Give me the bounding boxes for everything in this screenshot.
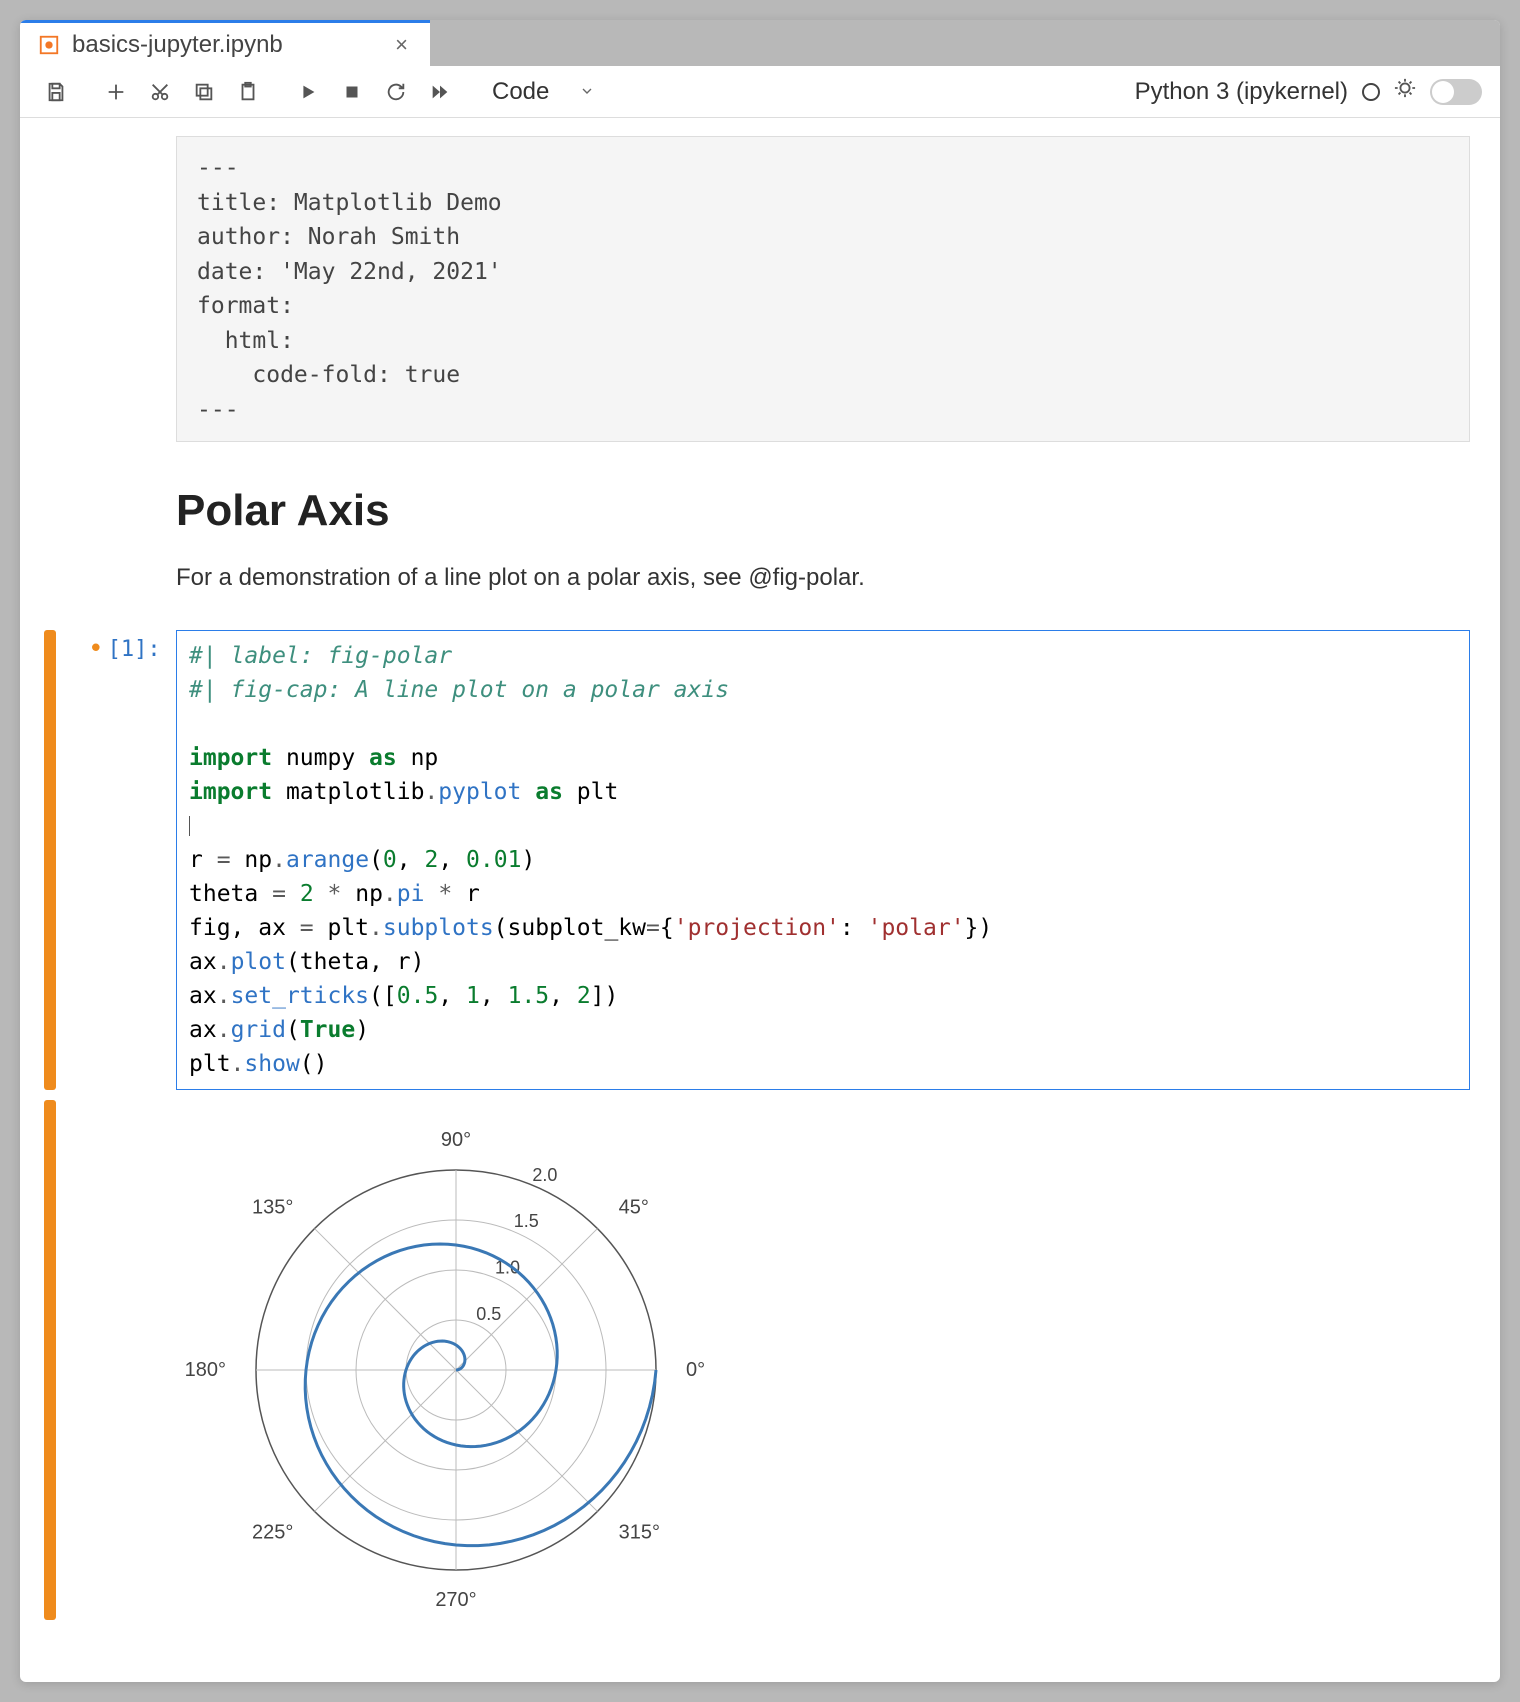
svg-text:1.5: 1.5 [514, 1212, 539, 1232]
svg-text:45°: 45° [619, 1197, 649, 1219]
svg-text:225°: 225° [252, 1522, 293, 1544]
cell-type-label: Code [492, 78, 549, 106]
code-cell[interactable]: #| label: fig-polar #| fig-cap: A line p… [176, 630, 1470, 1090]
cut-button[interactable] [142, 74, 178, 110]
debug-toggle[interactable] [1430, 79, 1482, 105]
notebook-area: --- title: Matplotlib Demo author: Norah… [20, 118, 1500, 1640]
stop-button[interactable] [334, 74, 370, 110]
cell-status-bar [44, 630, 56, 1090]
markdown-paragraph[interactable]: For a demonstration of a line plot on a … [176, 560, 1472, 596]
kernel-status[interactable]: Python 3 (ipykernel) [1135, 77, 1482, 106]
svg-text:90°: 90° [441, 1129, 471, 1151]
kernel-idle-icon [1362, 83, 1380, 101]
notebook-tab[interactable]: basics-jupyter.ipynb × [20, 20, 430, 66]
input-prompt: • [1]: [88, 636, 161, 662]
svg-text:0.5: 0.5 [476, 1304, 501, 1324]
cell-type-select[interactable]: Code [482, 74, 605, 110]
tab-title: basics-jupyter.ipynb [72, 31, 375, 59]
polar-plot: 0.5 1.0 1.5 2.0 0° 45° 90° 135° 180° 225° 270° 315° [176, 1100, 1472, 1620]
svg-text:315°: 315° [619, 1522, 660, 1544]
raw-cell[interactable]: --- title: Matplotlib Demo author: Norah… [176, 136, 1470, 442]
paste-button[interactable] [230, 74, 266, 110]
prompt-label: [1]: [108, 637, 161, 662]
run-button[interactable] [290, 74, 326, 110]
toggle-knob [1432, 81, 1454, 103]
svg-text:2.0: 2.0 [532, 1165, 557, 1185]
svg-text:1.0: 1.0 [495, 1258, 520, 1278]
svg-text:270°: 270° [435, 1589, 476, 1611]
run-all-button[interactable] [422, 74, 458, 110]
jupyter-logo-icon [38, 34, 60, 56]
chevron-down-icon [579, 78, 595, 106]
save-button[interactable] [38, 74, 74, 110]
markdown-heading[interactable]: Polar Axis [176, 486, 1472, 536]
toolbar: Code Python 3 (ipykernel) [20, 66, 1500, 118]
tab-bar: basics-jupyter.ipynb × [20, 20, 1500, 66]
kernel-name: Python 3 (ipykernel) [1135, 78, 1348, 106]
svg-text:0°: 0° [686, 1359, 705, 1381]
output-wrap: 0.5 1.0 1.5 2.0 0° 45° 90° 135° 180° 225° 270° 315° [48, 1100, 1472, 1620]
copy-button[interactable] [186, 74, 222, 110]
close-icon[interactable]: × [387, 28, 416, 62]
bug-icon[interactable] [1394, 77, 1416, 106]
output-status-bar [44, 1100, 56, 1620]
restart-button[interactable] [378, 74, 414, 110]
svg-text:180°: 180° [185, 1359, 226, 1381]
code-cell-wrap: • [1]: #| label: fig-polar #| fig-cap: A… [48, 630, 1472, 1090]
svg-text:135°: 135° [252, 1197, 293, 1219]
dirty-dot-icon: • [88, 636, 104, 662]
add-cell-button[interactable] [98, 74, 134, 110]
